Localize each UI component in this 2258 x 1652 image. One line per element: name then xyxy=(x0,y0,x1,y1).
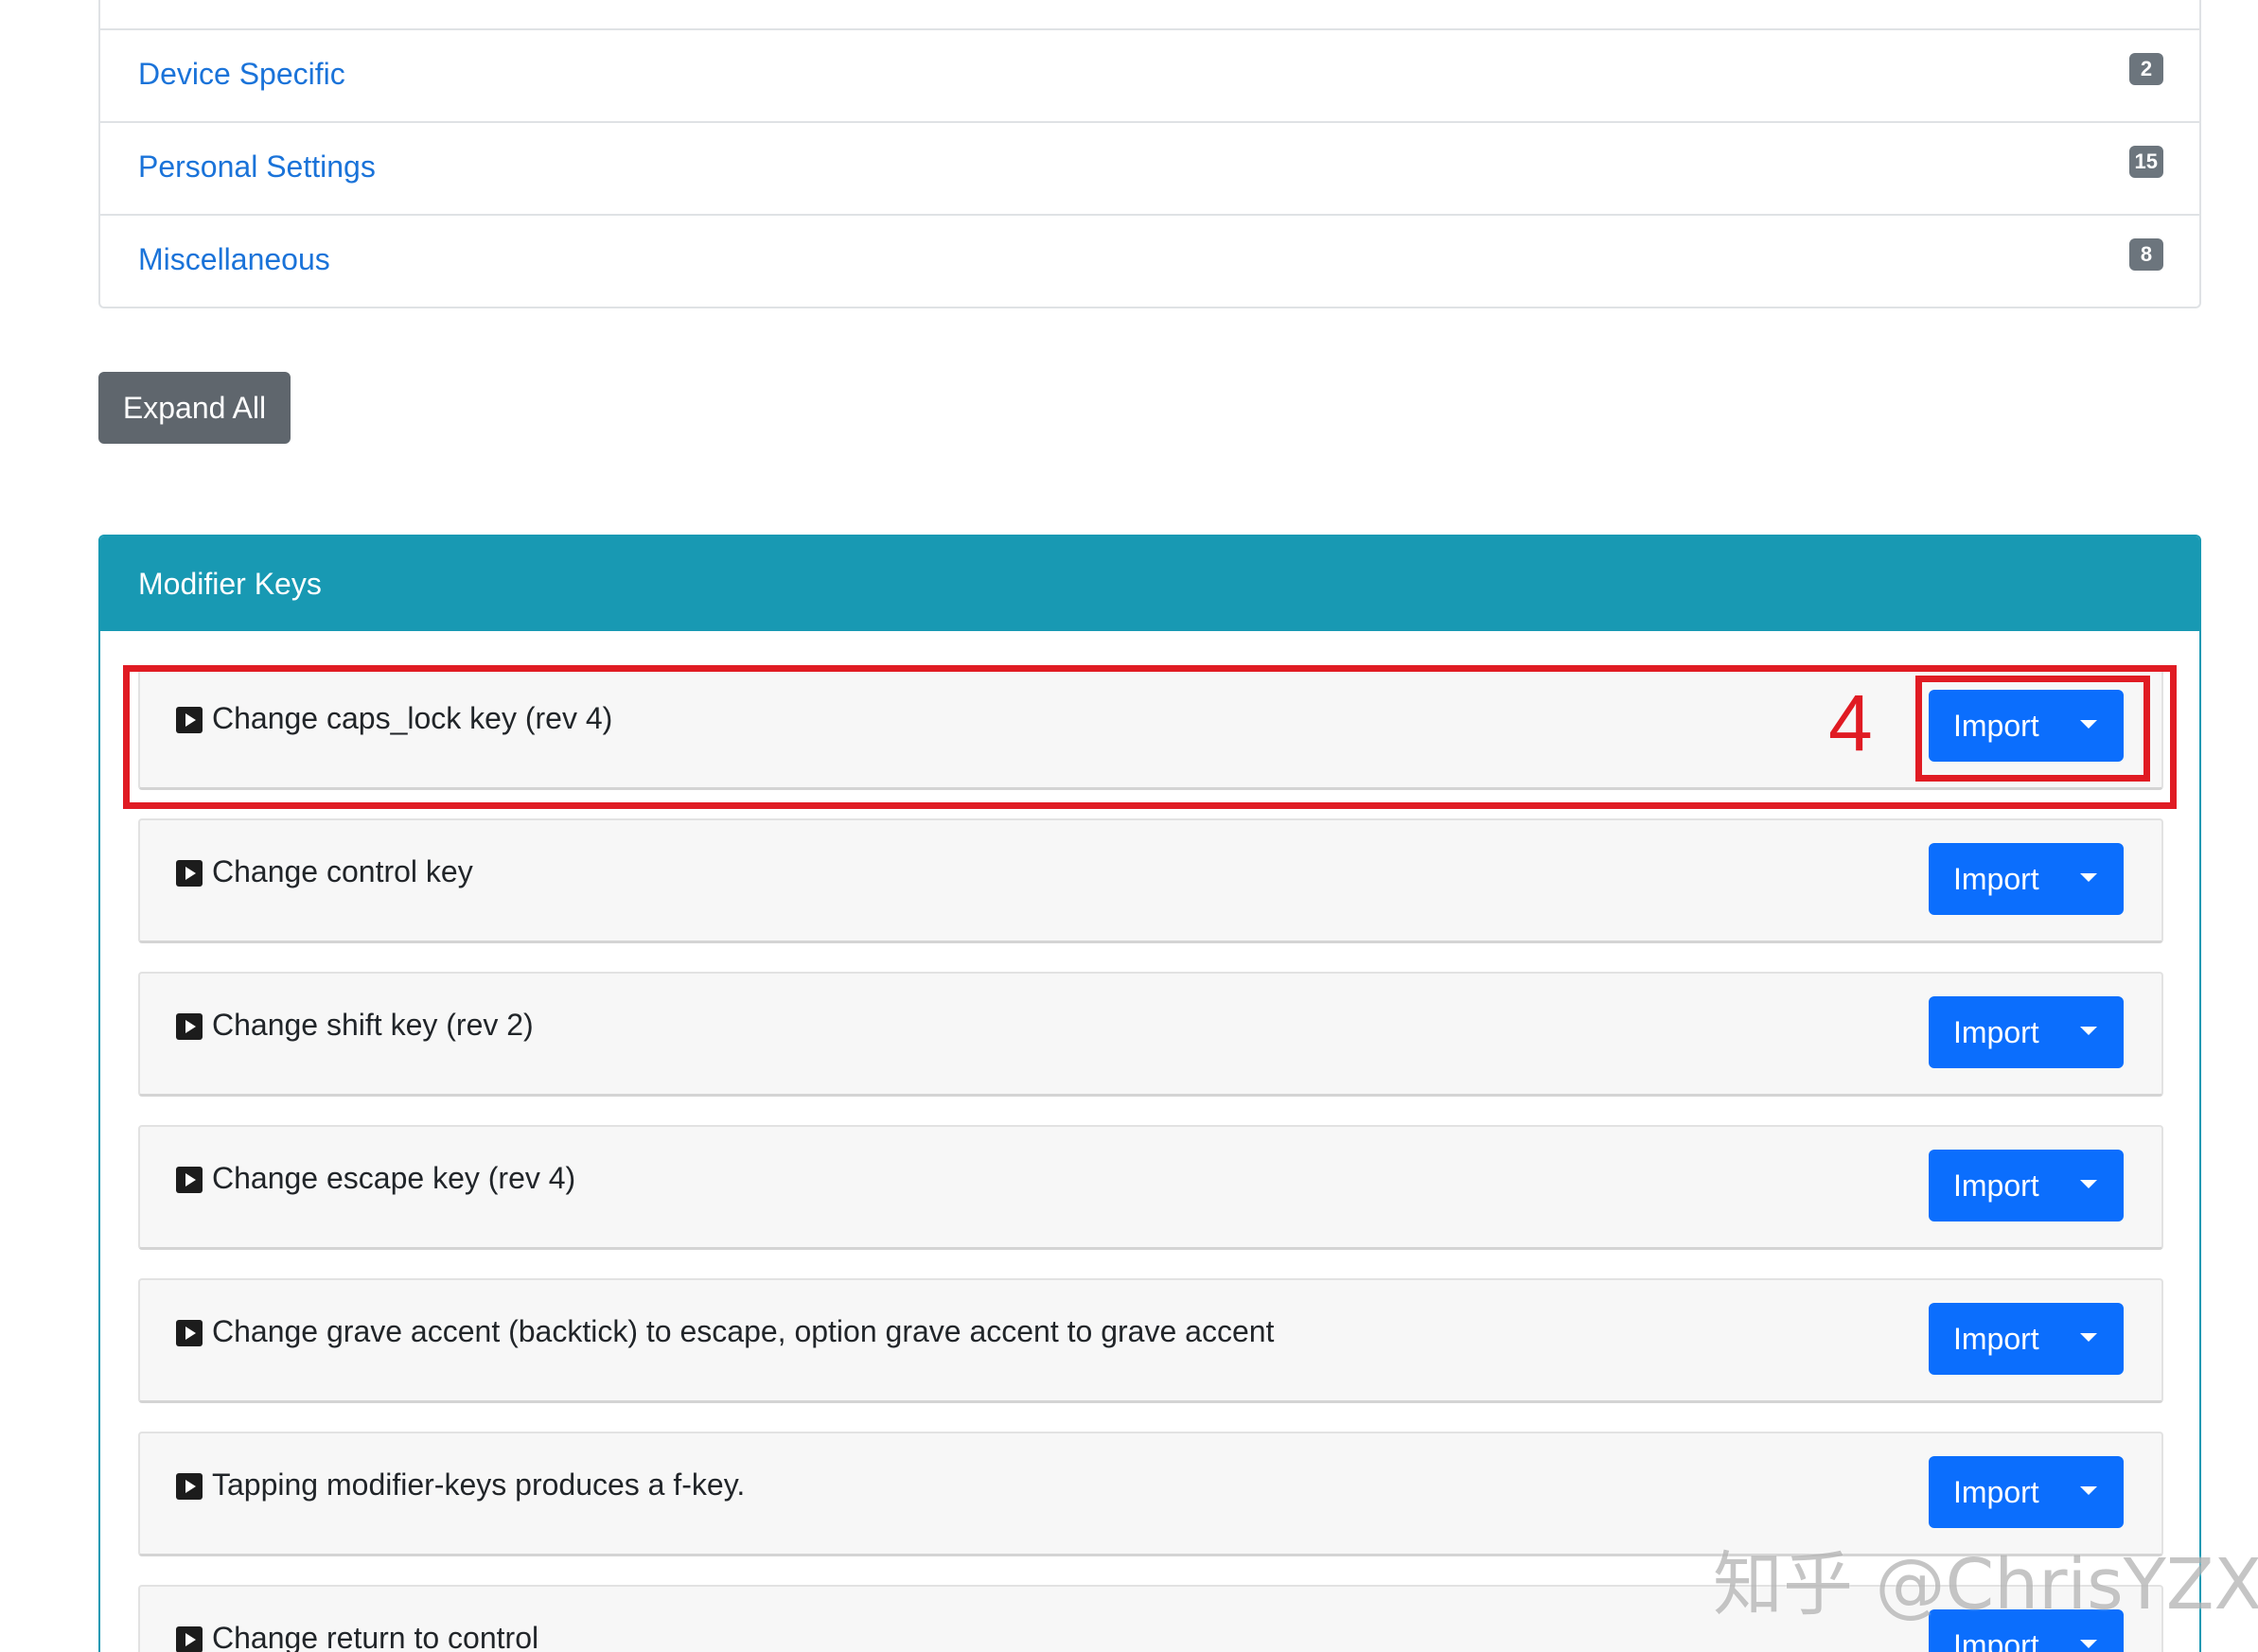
rule-title[interactable]: Change caps_lock key (rev 4) xyxy=(212,701,612,736)
rule-row: Change control key Import xyxy=(138,818,2163,943)
count-badge: 8 xyxy=(2129,238,2163,271)
import-label[interactable]: Import xyxy=(1953,709,2039,744)
expand-triangle-icon[interactable] xyxy=(176,1626,203,1652)
import-button[interactable]: Import xyxy=(1929,996,2124,1068)
expand-triangle-icon[interactable] xyxy=(176,1473,203,1500)
import-button[interactable]: Import xyxy=(1929,1456,2124,1528)
card-title: Modifier Keys xyxy=(138,567,322,601)
rule-title[interactable]: Change shift key (rev 2) xyxy=(212,1008,534,1043)
expand-triangle-icon[interactable] xyxy=(176,860,203,887)
rule-row: Tapping modifier-keys produces a f-key. … xyxy=(138,1432,2163,1556)
category-link[interactable]: Personal Settings xyxy=(138,149,376,185)
import-button[interactable]: Import xyxy=(1929,1303,2124,1375)
caret-down-icon[interactable] xyxy=(2069,996,2107,1068)
import-button[interactable]: Import xyxy=(1929,1609,2124,1652)
caret-down-icon[interactable] xyxy=(2069,1150,2107,1221)
category-link[interactable]: Miscellaneous xyxy=(138,242,330,277)
count-badge: 2 xyxy=(2129,53,2163,85)
rule-row: Change shift key (rev 2) Import xyxy=(138,972,2163,1097)
caret-down-icon[interactable] xyxy=(2069,1456,2107,1528)
category-item-device-specific[interactable]: Device Specific 2 xyxy=(100,28,2199,121)
caret-down-icon[interactable] xyxy=(2069,1303,2107,1375)
rule-title[interactable]: Change escape key (rev 4) xyxy=(212,1161,575,1196)
expand-triangle-icon[interactable] xyxy=(176,707,203,733)
import-label[interactable]: Import xyxy=(1953,1169,2039,1204)
annotation-step-number: 4 xyxy=(1828,678,1873,767)
import-button[interactable]: Import xyxy=(1929,690,2124,762)
category-item-personal-settings[interactable]: Personal Settings 15 xyxy=(100,121,2199,214)
import-label[interactable]: Import xyxy=(1953,862,2039,897)
category-item-miscellaneous[interactable]: Miscellaneous 8 xyxy=(100,214,2199,307)
modifier-keys-card: Modifier Keys Change caps_lock key (rev … xyxy=(98,535,2201,1652)
category-list: Device Specific 2 Personal Settings 15 M… xyxy=(98,0,2201,308)
import-label[interactable]: Import xyxy=(1953,1475,2039,1510)
count-badge: 15 xyxy=(2128,146,2163,178)
import-button[interactable]: Import xyxy=(1929,843,2124,915)
expand-all-button[interactable]: Expand All xyxy=(98,372,291,444)
expand-triangle-icon[interactable] xyxy=(176,1320,203,1346)
rule-title[interactable]: Change grave accent (backtick) to escape… xyxy=(212,1314,1274,1349)
category-link[interactable]: Device Specific xyxy=(138,57,345,92)
rule-row: Change escape key (rev 4) Import xyxy=(138,1125,2163,1250)
rule-title[interactable]: Change control key xyxy=(212,854,473,889)
rule-row: Change grave accent (backtick) to escape… xyxy=(138,1278,2163,1403)
import-label[interactable]: Import xyxy=(1953,1015,2039,1050)
expand-triangle-icon[interactable] xyxy=(176,1167,203,1193)
card-header: Modifier Keys xyxy=(100,536,2199,631)
rule-row: Change return to control Import xyxy=(138,1585,2163,1652)
caret-down-icon[interactable] xyxy=(2069,843,2107,915)
caret-down-icon[interactable] xyxy=(2069,690,2107,762)
import-label[interactable]: Import xyxy=(1953,1628,2039,1652)
import-button[interactable]: Import xyxy=(1929,1150,2124,1221)
import-label[interactable]: Import xyxy=(1953,1322,2039,1357)
expand-triangle-icon[interactable] xyxy=(176,1013,203,1040)
rule-title[interactable]: Tapping modifier-keys produces a f-key. xyxy=(212,1467,745,1503)
caret-down-icon[interactable] xyxy=(2069,1609,2107,1652)
rule-title[interactable]: Change return to control xyxy=(212,1621,538,1652)
